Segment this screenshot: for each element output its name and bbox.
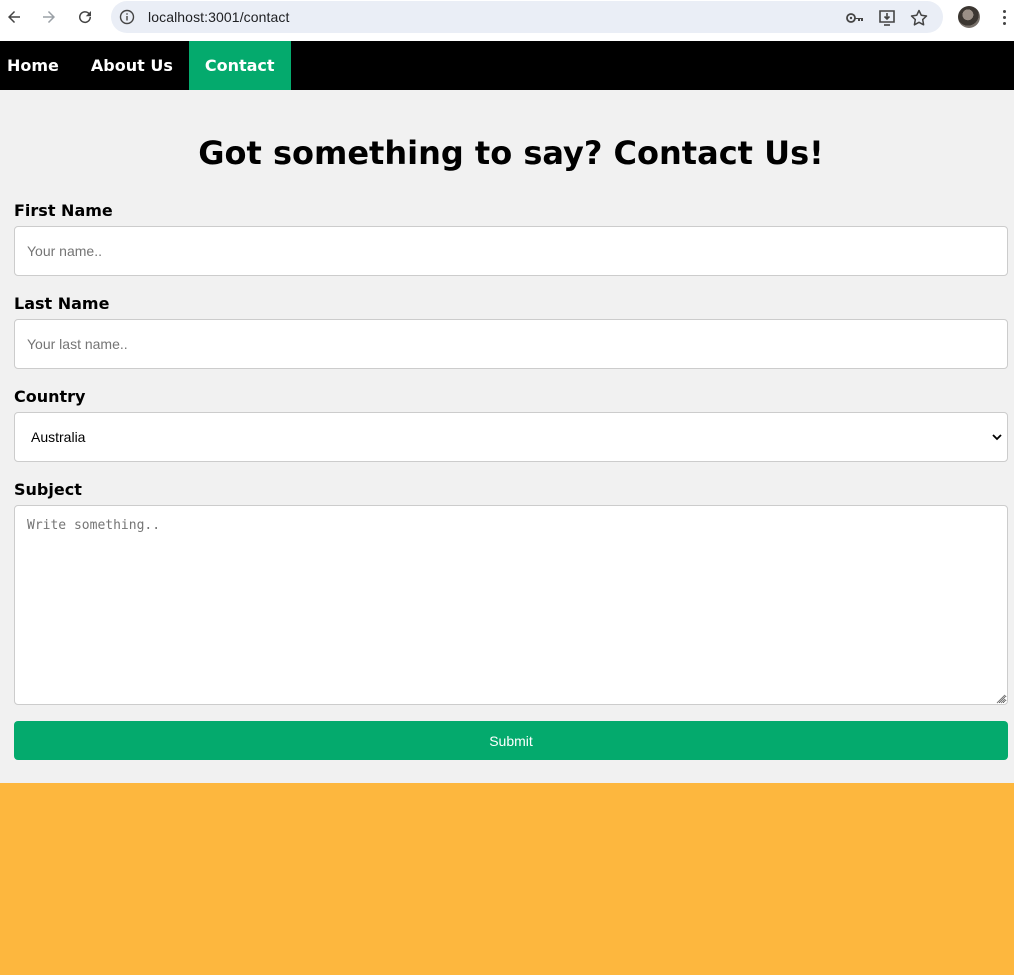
first-name-label: First Name (14, 201, 113, 220)
address-bar[interactable]: localhost:3001/contact (111, 1, 943, 33)
more-vert-icon[interactable] (995, 7, 1013, 27)
subject-textarea[interactable] (14, 505, 1008, 705)
contact-form-container: Got something to say? Contact Us! First … (0, 90, 1014, 783)
last-name-label: Last Name (14, 294, 110, 313)
country-select[interactable]: Australia (14, 412, 1008, 462)
country-label: Country (14, 387, 86, 406)
submit-button[interactable]: Submit (14, 721, 1008, 760)
resize-handle-icon[interactable] (995, 693, 1006, 704)
chevron-down-icon (992, 434, 1002, 441)
nav-item-about-us[interactable]: About Us (75, 41, 189, 90)
install-app-icon[interactable] (877, 8, 897, 28)
nav-item-contact[interactable]: Contact (188, 41, 291, 90)
url-text[interactable]: localhost:3001/contact (148, 9, 290, 25)
page-title: Got something to say? Contact Us! (198, 134, 824, 172)
last-name-field[interactable] (14, 319, 1008, 369)
avatar[interactable] (958, 6, 980, 28)
forward-arrow-icon[interactable] (37, 5, 61, 29)
top-nav: Home About Us Contact (0, 41, 1014, 90)
country-selected-value: Australia (31, 429, 86, 445)
back-arrow-icon[interactable] (2, 5, 26, 29)
nav-item-home[interactable]: Home (0, 41, 75, 90)
reload-icon[interactable] (73, 5, 97, 29)
subject-label: Subject (14, 480, 82, 499)
key-icon[interactable] (845, 8, 865, 28)
browser-toolbar: localhost:3001/contact (0, 0, 1014, 41)
first-name-field[interactable] (14, 226, 1008, 276)
footer-band (0, 783, 1014, 975)
info-icon[interactable] (119, 9, 135, 25)
star-icon[interactable] (909, 8, 929, 28)
